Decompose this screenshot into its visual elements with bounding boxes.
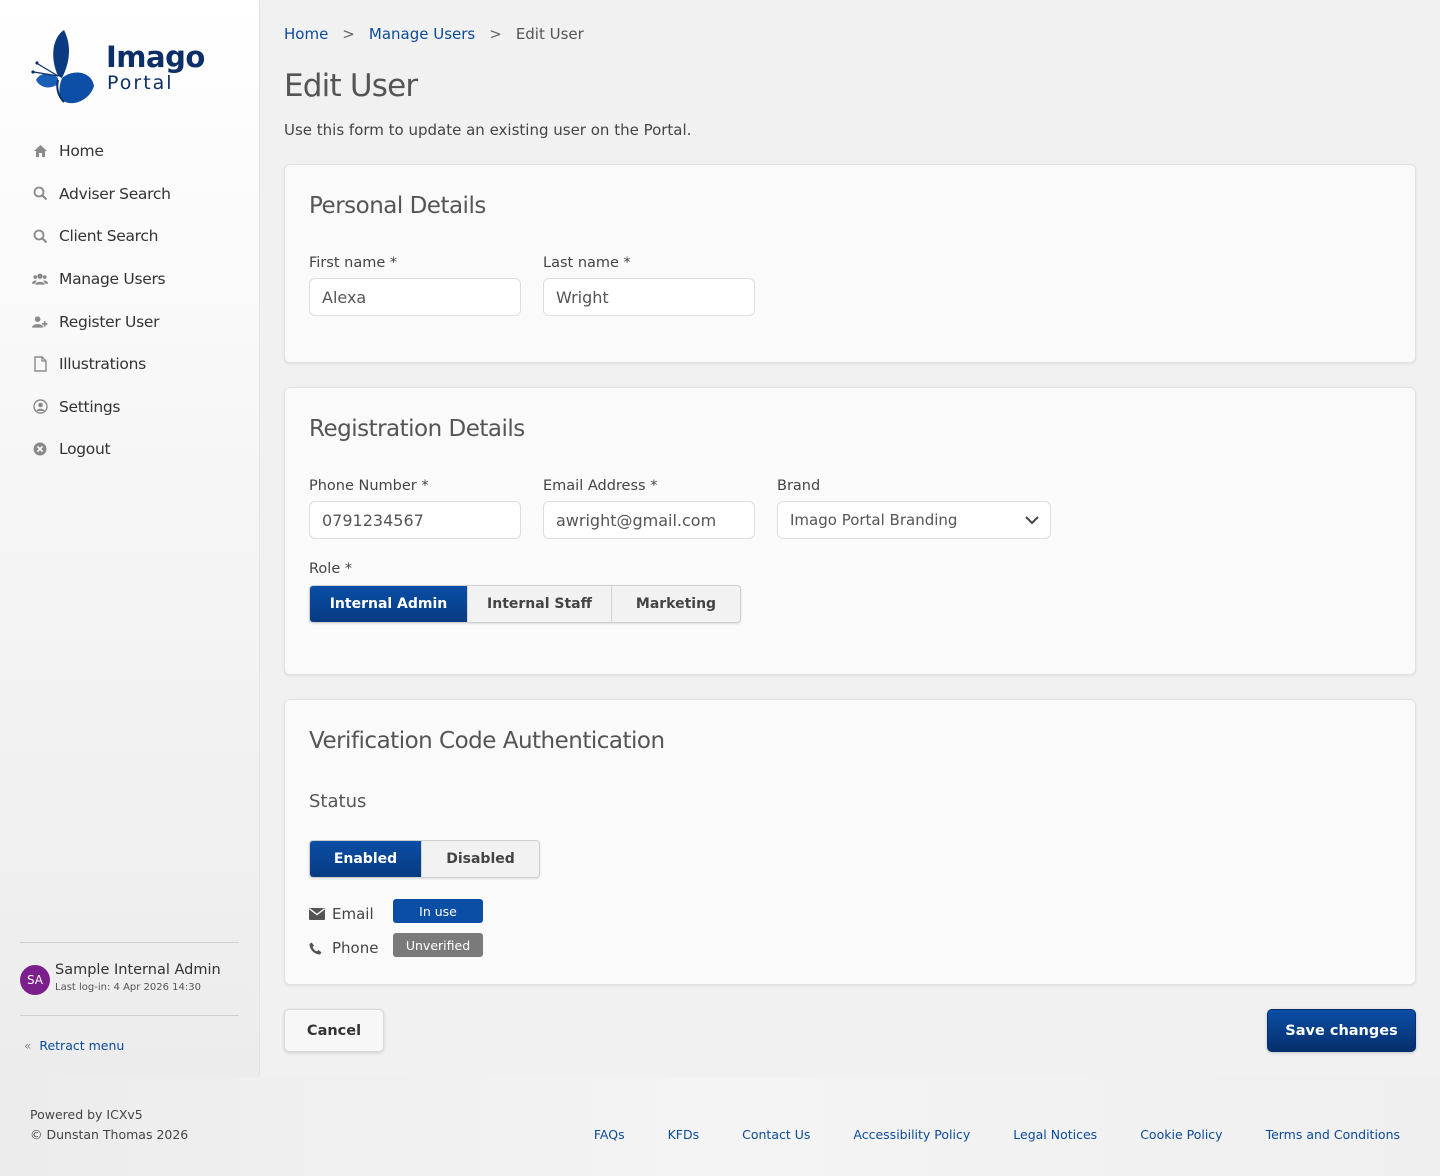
- sidebar-item-label: Manage Users: [59, 270, 166, 289]
- breadcrumb-current: Edit User: [515, 25, 584, 43]
- retract-menu-label: Retract menu: [39, 1038, 125, 1053]
- phone-status-badge: Unverified: [393, 933, 483, 957]
- copyright: © Dunstan Thomas 2026: [30, 1127, 189, 1142]
- cancel-button[interactable]: Cancel: [284, 1009, 384, 1052]
- logo-wordmark-imago: Imago: [106, 40, 205, 74]
- email-address-input[interactable]: [543, 501, 755, 539]
- sidebar-item-settings[interactable]: Settings: [0, 386, 259, 429]
- phone-icon: [309, 942, 325, 955]
- phone-number-label: Phone Number *: [309, 478, 429, 494]
- sidebar-item-label: Adviser Search: [59, 184, 171, 203]
- sidebar: Imago Portal Home Adviser Search Client …: [0, 0, 260, 1077]
- footer-link-kfds[interactable]: KFDs: [668, 1127, 700, 1142]
- breadcrumb-separator: >: [342, 25, 355, 43]
- first-name-input[interactable]: [309, 278, 521, 316]
- sidebar-item-label: Settings: [59, 397, 121, 416]
- retract-menu-link[interactable]: « Retract menu: [24, 1038, 124, 1053]
- verification-phone-label: Phone: [332, 939, 379, 957]
- footer-links: FAQs KFDs Contact Us Accessibility Polic…: [594, 1127, 1400, 1142]
- footer-link-terms-and-conditions[interactable]: Terms and Conditions: [1266, 1127, 1400, 1142]
- role-option-marketing[interactable]: Marketing: [612, 586, 740, 622]
- status-label: Status: [309, 791, 367, 812]
- breadcrumb-manage-users-link[interactable]: Manage Users: [369, 25, 475, 43]
- last-name-label: Last name *: [543, 255, 631, 271]
- brand-selected-value: Imago Portal Branding: [790, 511, 958, 529]
- first-name-label: First name *: [309, 255, 398, 271]
- footer-link-accessibility-policy[interactable]: Accessibility Policy: [853, 1127, 970, 1142]
- search-icon: [32, 186, 48, 202]
- brand-select[interactable]: Imago Portal Branding: [777, 501, 1051, 539]
- status-selector: Enabled Disabled: [309, 840, 540, 878]
- status-option-enabled[interactable]: Enabled: [310, 841, 422, 877]
- save-changes-button[interactable]: Save changes: [1267, 1009, 1416, 1052]
- sidebar-item-label: Illustrations: [59, 355, 146, 374]
- sidebar-item-client-search[interactable]: Client Search: [0, 215, 259, 258]
- email-status-badge: In use: [393, 899, 483, 923]
- status-option-disabled[interactable]: Disabled: [422, 841, 539, 877]
- sidebar-item-label: Client Search: [59, 227, 159, 246]
- sidebar-nav: Home Adviser Search Client Search Manage…: [0, 130, 259, 471]
- page-title: Edit User: [284, 68, 418, 104]
- sidebar-item-logout[interactable]: Logout: [0, 428, 259, 471]
- verification-email-label: Email: [332, 905, 374, 923]
- breadcrumb-separator: >: [489, 25, 502, 43]
- sidebar-item-adviser-search[interactable]: Adviser Search: [0, 173, 259, 216]
- phone-number-input[interactable]: [309, 501, 521, 539]
- user-last-login: Last log-in: 4 Apr 2026 14:30: [55, 982, 201, 993]
- sidebar-item-label: Home: [59, 142, 104, 161]
- avatar[interactable]: SA: [20, 965, 50, 995]
- last-name-input[interactable]: [543, 278, 755, 316]
- butterfly-logo-icon: [31, 30, 94, 104]
- footer-link-faqs[interactable]: FAQs: [594, 1127, 625, 1142]
- logo-wordmark-portal: Portal: [107, 72, 174, 94]
- footer-link-contact-us[interactable]: Contact Us: [742, 1127, 810, 1142]
- verification-phone-row: Phone: [309, 939, 378, 957]
- email-address-label: Email Address *: [543, 478, 658, 494]
- section-heading: Registration Details: [309, 416, 525, 442]
- registration-details-card: Registration Details Phone Number * Emai…: [284, 387, 1416, 675]
- user-name: Sample Internal Admin: [55, 962, 221, 978]
- footer-link-legal-notices[interactable]: Legal Notices: [1013, 1127, 1097, 1142]
- sidebar-item-illustrations[interactable]: Illustrations: [0, 343, 259, 386]
- role-selector: Internal Admin Internal Staff Marketing: [309, 585, 741, 623]
- search-icon: [32, 228, 48, 244]
- role-option-internal-staff[interactable]: Internal Staff: [468, 586, 612, 622]
- personal-details-card: Personal Details First name * Last name …: [284, 164, 1416, 363]
- page-description: Use this form to update an existing user…: [284, 121, 692, 139]
- verification-email-row: Email: [309, 905, 374, 923]
- close-circle-icon: [32, 441, 48, 457]
- file-icon: [32, 356, 48, 372]
- role-option-internal-admin[interactable]: Internal Admin: [310, 586, 468, 622]
- section-heading: Verification Code Authentication: [309, 728, 665, 754]
- sidebar-item-home[interactable]: Home: [0, 130, 259, 173]
- sidebar-item-register-user[interactable]: Register User: [0, 300, 259, 343]
- footer: Powered by ICXv5 © Dunstan Thomas 2026 F…: [0, 1077, 1440, 1176]
- double-chevron-left-icon: «: [24, 1038, 32, 1053]
- chevron-down-icon: [1024, 513, 1040, 531]
- current-user-panel: SA Sample Internal Admin Last log-in: 4 …: [20, 942, 239, 1016]
- role-label: Role *: [309, 561, 353, 577]
- breadcrumb: Home > Manage Users > Edit User: [284, 25, 584, 43]
- sidebar-item-label: Logout: [59, 440, 111, 459]
- home-icon: [32, 143, 48, 159]
- breadcrumb-home-link[interactable]: Home: [284, 25, 328, 43]
- users-icon: [32, 271, 48, 287]
- envelope-icon: [309, 908, 325, 920]
- user-plus-icon: [32, 314, 48, 330]
- imago-portal-logo[interactable]: Imago Portal: [28, 28, 205, 108]
- brand-label: Brand: [777, 478, 821, 494]
- footer-link-cookie-policy[interactable]: Cookie Policy: [1140, 1127, 1222, 1142]
- powered-by: Powered by ICXv5: [30, 1107, 143, 1122]
- sidebar-item-manage-users[interactable]: Manage Users: [0, 258, 259, 301]
- user-circle-icon: [32, 399, 48, 415]
- sidebar-item-label: Register User: [59, 312, 160, 331]
- section-heading: Personal Details: [309, 193, 486, 219]
- verification-card: Verification Code Authentication Status …: [284, 699, 1416, 985]
